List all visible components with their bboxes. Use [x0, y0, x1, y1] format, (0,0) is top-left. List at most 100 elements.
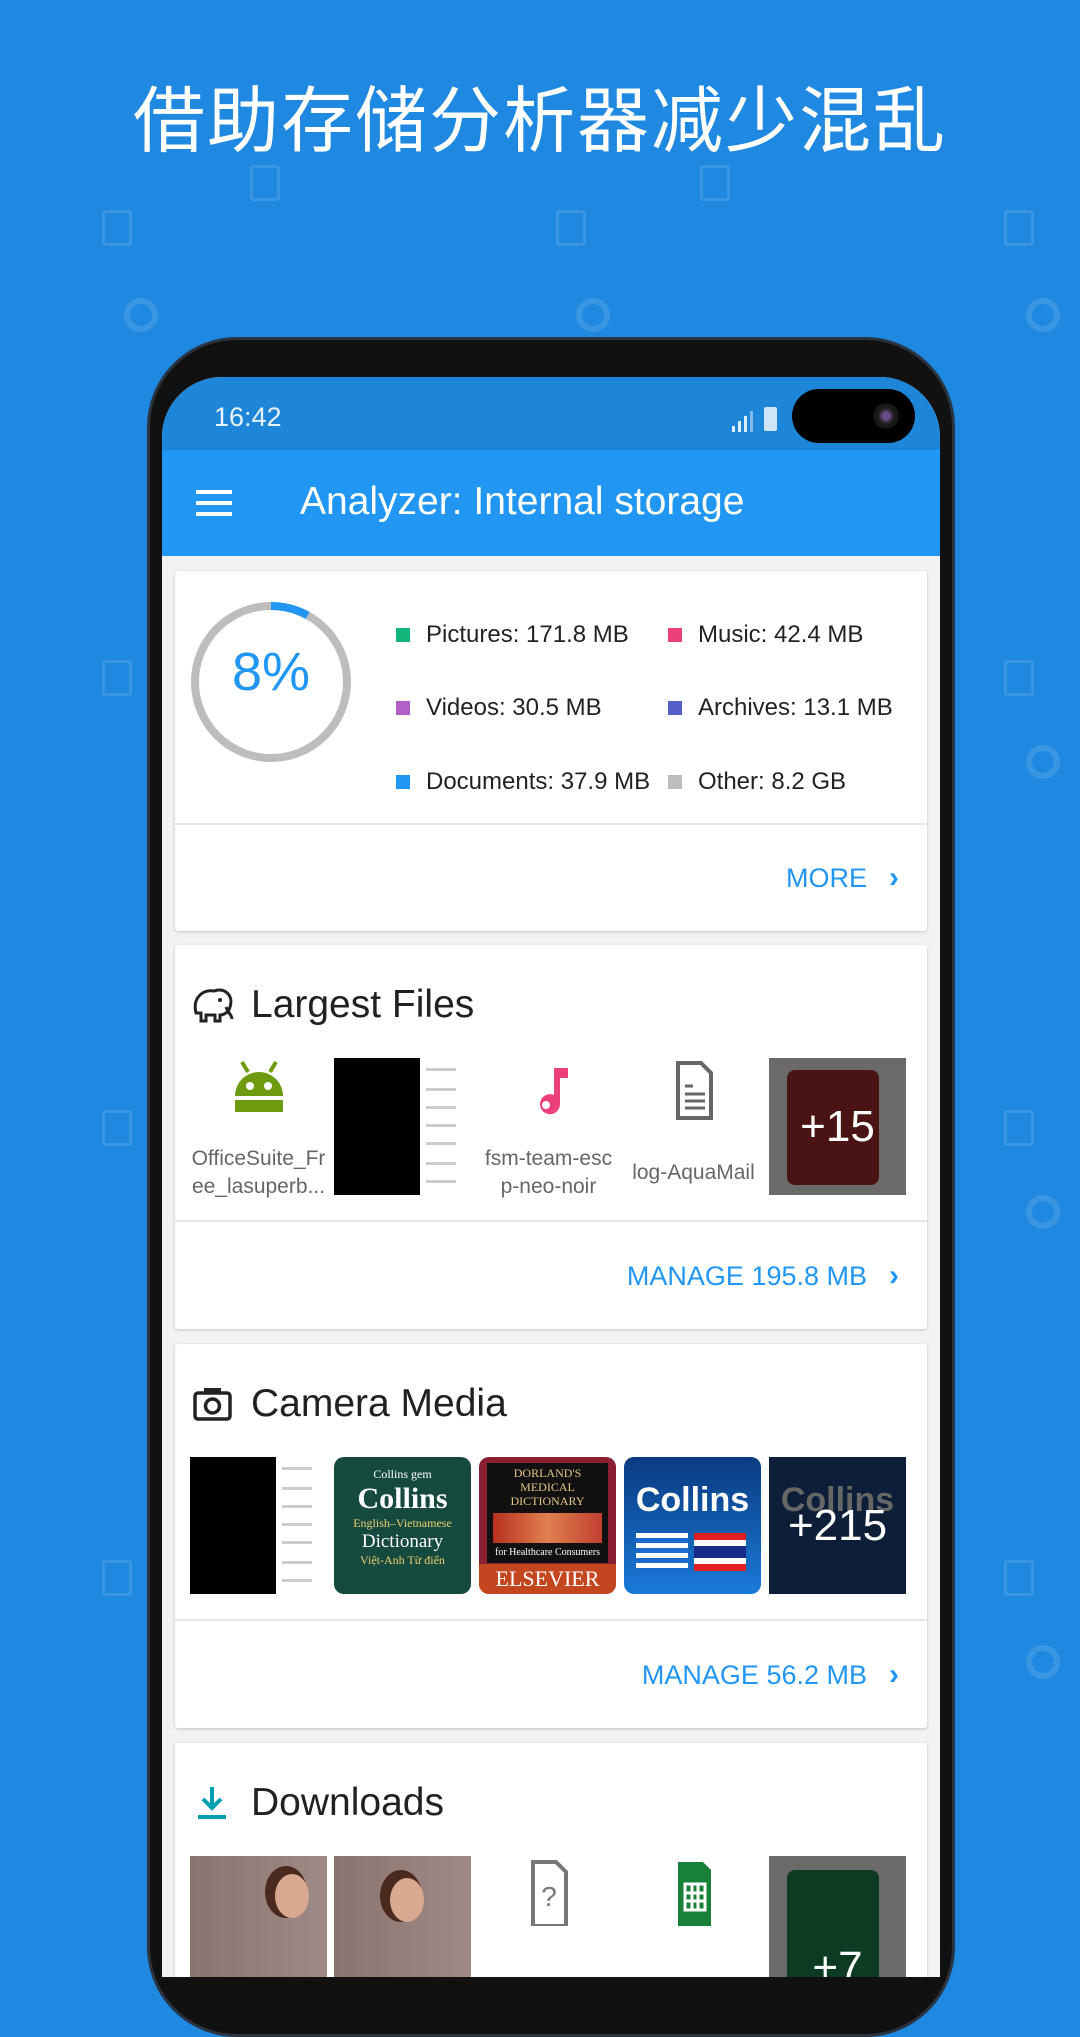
- section-title: Largest Files: [251, 983, 475, 1026]
- hamburger-icon[interactable]: [196, 490, 232, 516]
- legend-swatch: [396, 701, 410, 715]
- used-percent: 8%: [231, 642, 311, 702]
- file-icon: [556, 210, 586, 246]
- disc-icon: [1026, 298, 1060, 332]
- legend-label: Documents: 37.9 MB: [426, 768, 651, 795]
- legend-swatch: [396, 775, 410, 789]
- svg-text:?: ?: [541, 1881, 557, 1912]
- battery-icon: [764, 407, 777, 431]
- divider: [175, 823, 927, 825]
- thai-flag: [694, 1533, 746, 1571]
- manage-camera-media-button[interactable]: MANAGE 56.2 MB: [642, 1660, 867, 1691]
- legend-item: Archives: 13.1 MB: [668, 694, 893, 722]
- unknown-file-icon: ?: [531, 1860, 568, 1928]
- file-item-screenshot[interactable]: [334, 1058, 471, 1195]
- legend-swatch: [668, 628, 682, 642]
- file-name: OfficeSuite_Fr ee_lasuperb...: [190, 1145, 327, 1201]
- file-name: fsm-team-esc p-neo-noir: [480, 1145, 617, 1201]
- music-note-icon: [540, 1068, 568, 1115]
- largest-files-card: Largest Files OfficeSuite_Fr ee_lasuperb.…: [175, 945, 927, 1329]
- legend-swatch: [668, 775, 682, 789]
- app-bar: Analyzer: Internal storage: [162, 450, 940, 556]
- storage-summary-card: 8% Pictures: 171.8 MB Music: 42.4 MB Video…: [175, 571, 927, 931]
- cover-panel: DORLAND'S MEDICAL DICTIONARY for Healthc…: [487, 1463, 608, 1563]
- cover-subtitle: Việt-Anh Từ điển: [360, 1553, 445, 1567]
- download-item-spreadsheet[interactable]: [625, 1856, 762, 1977]
- download-item-photo[interactable]: [190, 1856, 327, 1977]
- file-icon: [1004, 210, 1034, 246]
- media-item-collins-vietnamese[interactable]: Collins gem Collins English–Vietnamese D…: [334, 1457, 471, 1594]
- signal-icon: [732, 410, 753, 432]
- more-downloads-tile[interactable]: +7: [769, 1856, 906, 1977]
- cover-subtitle: English–Vietnamese: [353, 1516, 452, 1530]
- cover-brand: Collins gem: [373, 1467, 432, 1481]
- file-name-line: p-neo-noir: [500, 1175, 597, 1198]
- promo-headline: 借助存储分析器减少混乱: [132, 79, 947, 163]
- file-name-line: fsm-team-esc: [484, 1147, 613, 1170]
- media-item-collins-greek-thai[interactable]: Collins: [624, 1457, 761, 1594]
- disc-icon: [124, 298, 158, 332]
- camera-cutout: [792, 389, 915, 443]
- file-icon: [1004, 1560, 1034, 1596]
- document-icon: [676, 1061, 713, 1120]
- legend-swatch: [668, 701, 682, 715]
- cover-publisher: ELSEVIER: [479, 1564, 616, 1594]
- legend-item: Other: 8.2 GB: [668, 768, 846, 796]
- more-button[interactable]: MORE: [786, 863, 867, 894]
- chevron-right-icon[interactable]: ›: [889, 861, 899, 895]
- legend-item: Music: 42.4 MB: [668, 621, 863, 649]
- file-icon: [102, 660, 132, 696]
- legend-item: Pictures: 171.8 MB: [396, 621, 629, 649]
- downloads-card: Downloads ? +7: [175, 1743, 927, 1977]
- trash-icon: [250, 165, 280, 201]
- legend-item: Videos: 30.5 MB: [396, 694, 602, 722]
- section-title: Camera Media: [251, 1382, 507, 1425]
- media-item-screenshot[interactable]: [190, 1457, 327, 1594]
- file-icon: [1004, 1110, 1034, 1146]
- disc-icon: [576, 298, 610, 332]
- section-title: Downloads: [251, 1781, 444, 1824]
- file-icon: [102, 1110, 132, 1146]
- more-count: +15: [800, 1101, 875, 1151]
- more-files-tile[interactable]: +15: [769, 1058, 906, 1195]
- file-name-line: OfficeSuite_Fr: [191, 1147, 326, 1170]
- divider: [175, 1220, 927, 1222]
- more-count: +215: [787, 1500, 888, 1550]
- file-icon: [1004, 660, 1034, 696]
- spreadsheet-icon: [678, 1862, 711, 1926]
- status-time: 16:42: [214, 402, 282, 432]
- greek-flag: [636, 1533, 688, 1571]
- file-name: log-AquaMail: [632, 1161, 755, 1184]
- legend-label: Videos: 30.5 MB: [426, 694, 602, 721]
- disc-icon: [1026, 745, 1060, 779]
- cover-illustration: [493, 1513, 602, 1543]
- cover-title: Collins: [635, 1481, 750, 1519]
- legend-swatch: [396, 628, 410, 642]
- camera-media-card: Camera Media Collins gem Collins English…: [175, 1344, 927, 1728]
- legend-label: Music: 42.4 MB: [698, 621, 864, 648]
- cover-subtitle: Dictionary: [361, 1531, 444, 1552]
- cover-subtitle: for Healthcare Consumers: [495, 1547, 600, 1558]
- file-name-line: ee_lasuperb...: [191, 1175, 326, 1198]
- page-title: Analyzer: Internal storage: [300, 480, 745, 523]
- legend-item: Documents: 37.9 MB: [396, 768, 650, 796]
- legend-label: Other: 8.2 GB: [698, 768, 847, 795]
- legend-label: Pictures: 171.8 MB: [426, 621, 629, 648]
- download-item-unknown[interactable]: ?: [480, 1856, 617, 1977]
- front-camera-icon: [873, 403, 899, 429]
- chevron-right-icon[interactable]: ›: [889, 1259, 899, 1293]
- disc-icon: [1026, 1195, 1060, 1229]
- more-media-tile[interactable]: Collins +215: [769, 1457, 906, 1594]
- manage-largest-files-button[interactable]: MANAGE 195.8 MB: [627, 1261, 867, 1292]
- download-item-photo[interactable]: [334, 1856, 471, 1977]
- elephant-icon: [193, 988, 234, 1023]
- file-icon: [102, 1560, 132, 1596]
- file-icon: [102, 210, 132, 246]
- cover-title: DORLAND'S MEDICAL DICTIONARY: [510, 1466, 585, 1508]
- chevron-right-icon[interactable]: ›: [889, 1658, 899, 1692]
- legend-label: Archives: 13.1 MB: [698, 694, 893, 721]
- divider: [175, 1619, 927, 1621]
- camera-icon: [193, 1388, 232, 1421]
- status-bar: 16:42: [162, 377, 940, 450]
- media-item-dorlands[interactable]: DORLAND'S MEDICAL DICTIONARY for Healthc…: [479, 1457, 616, 1594]
